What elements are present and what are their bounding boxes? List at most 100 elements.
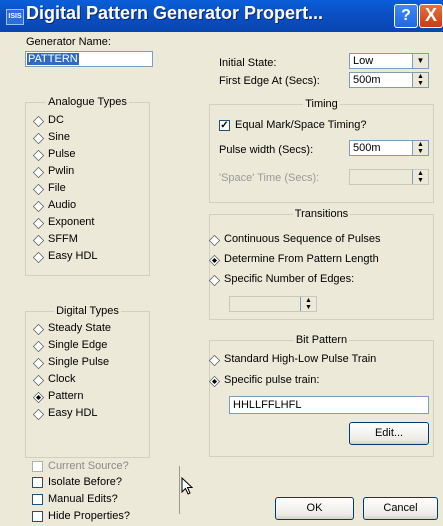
radio-digital-steady-state[interactable]: Steady State [32,322,111,336]
radio-label: Standard High-Low Pulse Train [224,353,377,365]
radio-analogue-dc[interactable]: DC [32,114,64,128]
radio-specific-pulse-train[interactable]: Specific pulse train: [208,374,320,388]
radio-label: Exponent [48,216,95,228]
radio-label: Clock [48,373,76,385]
spinner-icon[interactable]: ▲ ▼ [412,73,428,87]
generator-name-value: PATTERN [27,53,79,65]
radio-icon [32,323,45,336]
radio-label: Continuous Sequence of Pulses [224,233,381,245]
radio-icon [32,374,45,387]
radio-icon [32,408,45,421]
radio-icon [32,217,45,230]
checkbox-icon [32,477,43,488]
radio-label: SFFM [48,233,78,245]
ok-button[interactable]: OK [275,497,354,520]
radio-continuous-sequence[interactable]: Continuous Sequence of Pulses [208,233,381,247]
equal-mark-space-checkbox[interactable]: ✓ Equal Mark/Space Timing? [219,119,366,131]
radio-determine-from-pattern[interactable]: Determine From Pattern Length [208,253,379,267]
radio-icon [32,251,45,264]
digital-types-title: Digital Types [54,305,121,317]
first-edge-field[interactable]: 500m ▲ ▼ [349,72,429,88]
pulse-width-value: 500m [353,142,381,154]
checkbox-icon [32,461,43,472]
spinner-icon[interactable]: ▲ ▼ [412,170,428,184]
isolate-before-checkbox[interactable]: Isolate Before? [32,476,122,488]
radio-analogue-pulse[interactable]: Pulse [32,148,76,162]
radio-analogue-audio[interactable]: Audio [32,199,77,213]
current-source-checkbox[interactable]: Current Source? [32,460,129,472]
radio-analogue-sffm[interactable]: SFFM [32,233,78,247]
radio-label: Steady State [48,322,111,334]
radio-label: Pulse [48,148,76,160]
radio-label: Pwlin [48,165,75,177]
edit-button[interactable]: Edit... [349,422,429,445]
app-icon: ISIS [6,9,24,25]
generator-name-label: Generator Name: [26,36,111,48]
edges-count-field[interactable]: ▲ ▼ [229,296,317,312]
radio-digital-clock[interactable]: Clock [32,373,76,387]
radio-specific-number-edges[interactable]: Specific Number of Edges: [208,273,355,287]
analogue-types-group: Analogue Types DC Sine Pulse Pwlin File … [25,96,150,276]
radio-icon [32,166,45,179]
first-edge-label: First Edge At (Secs): [219,75,320,87]
transitions-group: Transitions Continuous Sequence of Pulse… [208,208,434,320]
checkbox-icon [32,494,43,505]
radio-analogue-exponent[interactable]: Exponent [32,216,95,230]
checkbox-label: Equal Mark/Space Timing? [235,119,367,131]
radio-label: Easy HDL [48,407,98,419]
vertical-divider [179,466,180,514]
radio-digital-single-edge[interactable]: Single Edge [32,339,107,353]
title-bar[interactable]: ISIS Digital Pattern Generator Propert..… [0,0,443,32]
checkbox-label: Hide Properties? [48,510,130,522]
radio-label: Single Pulse [48,356,110,368]
radio-icon [32,234,45,247]
manual-edits-checkbox[interactable]: Manual Edits? [32,493,118,505]
radio-icon [32,183,45,196]
spinner-icon[interactable]: ▲ ▼ [412,141,428,155]
pulse-train-input[interactable]: HHLLFFLHFL [229,396,429,414]
generator-name-field[interactable]: PATTERN [25,51,153,67]
radio-selected-icon [208,254,221,267]
radio-standard-pulse-train[interactable]: Standard High-Low Pulse Train [208,353,377,367]
radio-analogue-easy-hdl[interactable]: Easy HDL [32,250,98,264]
radio-label: Specific pulse train: [224,374,320,386]
radio-icon [32,200,45,213]
radio-digital-easy-hdl[interactable]: Easy HDL [32,407,98,421]
space-time-label: 'Space' Time (Secs): [219,172,320,184]
radio-label: Specific Number of Edges: [224,273,355,285]
cancel-button[interactable]: Cancel [363,497,438,520]
radio-icon [32,340,45,353]
radio-label: Easy HDL [48,250,98,262]
initial-state-select[interactable]: Low ▼ [349,53,429,69]
close-button[interactable]: X [419,4,443,28]
radio-label: Audio [48,199,77,211]
checkbox-label: Current Source? [48,460,129,472]
radio-icon [32,149,45,162]
digital-types-group: Digital Types Steady State Single Edge S… [25,305,150,458]
analogue-types-title: Analogue Types [46,96,129,108]
radio-selected-icon [32,391,45,404]
timing-title: Timing [303,98,340,110]
transitions-title: Transitions [292,208,351,220]
space-time-field[interactable]: ▲ ▼ [349,169,429,185]
pulse-width-field[interactable]: 500m ▲ ▼ [349,140,429,156]
checkmark-icon: ✓ [219,120,230,131]
radio-label: Pattern [48,390,84,402]
hide-properties-checkbox[interactable]: Hide Properties? [32,510,130,522]
radio-analogue-pwlin[interactable]: Pwlin [32,165,75,179]
radio-icon [32,132,45,145]
chevron-down-icon[interactable]: ▼ [412,54,428,68]
window-title: Digital Pattern Generator Propert... [26,3,324,23]
radio-analogue-file[interactable]: File [32,182,66,196]
radio-label: Determine From Pattern Length [224,253,379,265]
help-button[interactable]: ? [394,4,418,28]
spinner-icon[interactable]: ▲ ▼ [300,297,316,311]
radio-icon [32,115,45,128]
radio-label: Sine [48,131,71,143]
radio-icon [32,357,45,370]
timing-group: Timing ✓ Equal Mark/Space Timing? Pulse w… [209,98,434,203]
radio-analogue-sine[interactable]: Sine [32,131,71,145]
radio-digital-pattern[interactable]: Pattern [32,390,84,404]
radio-digital-single-pulse[interactable]: Single Pulse [32,356,110,370]
checkbox-label: Isolate Before? [48,476,122,488]
